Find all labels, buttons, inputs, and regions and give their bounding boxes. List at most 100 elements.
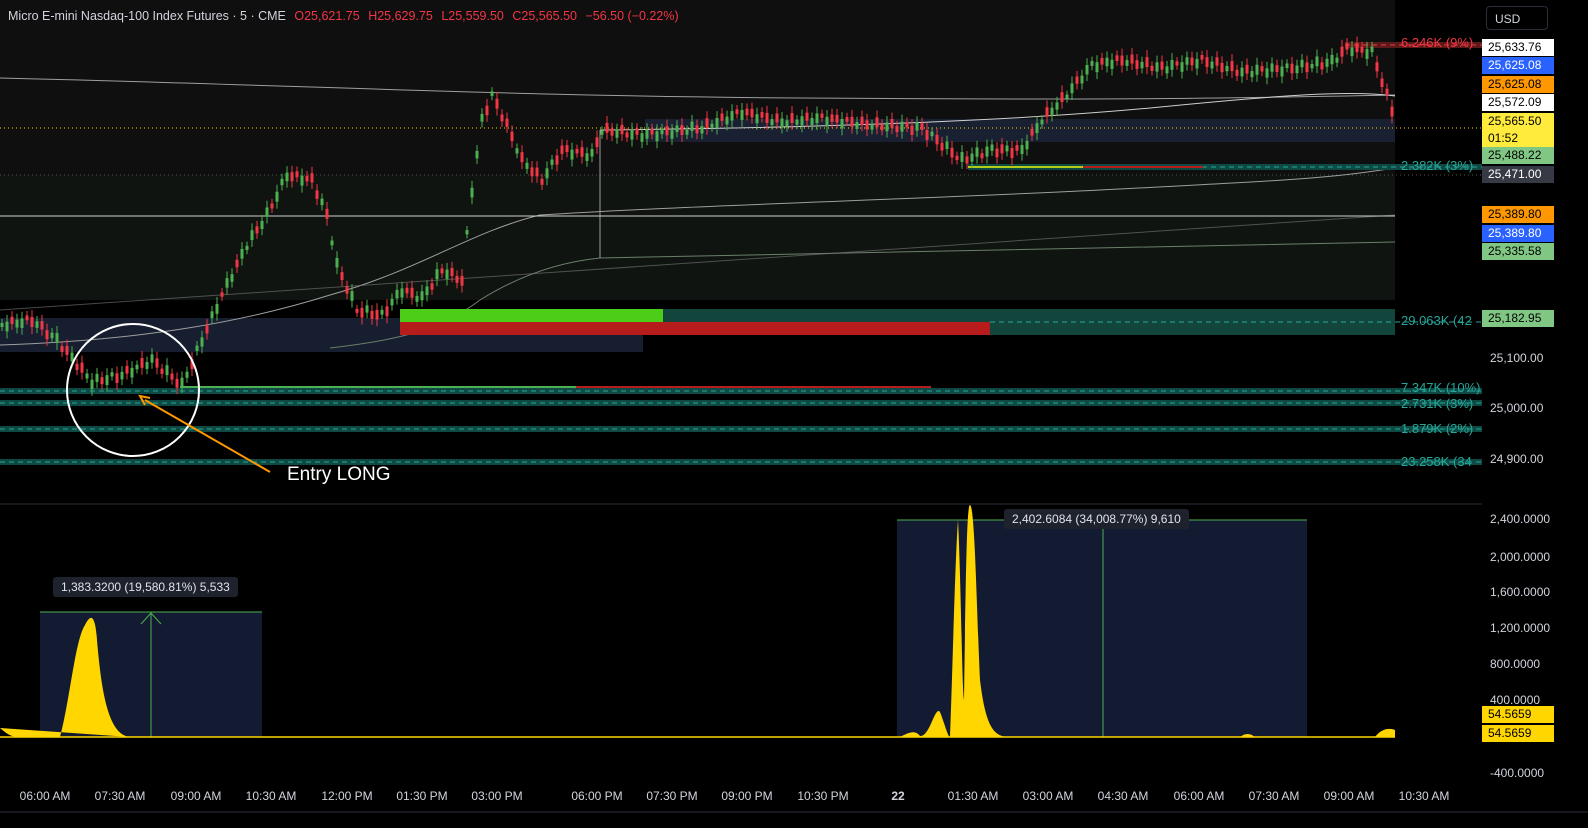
chart-canvas[interactable] xyxy=(0,0,1588,828)
candle-body xyxy=(165,365,169,376)
candle-body xyxy=(345,286,349,294)
candle-body xyxy=(1240,67,1244,77)
candle-body xyxy=(365,305,369,313)
symbol-title[interactable]: Micro E-mini Nasdaq-100 Index Futures · … xyxy=(8,9,286,23)
candle-body xyxy=(895,125,899,133)
candle-body xyxy=(180,377,184,387)
candle-body xyxy=(155,358,159,368)
candle-body xyxy=(240,248,244,259)
candle-body xyxy=(30,317,34,327)
candle-body xyxy=(495,98,499,109)
candle-body xyxy=(1200,55,1204,60)
ohlc-high: H25,629.75 xyxy=(368,9,433,23)
candle-body xyxy=(25,315,29,321)
candle-body xyxy=(735,109,739,115)
candle-body xyxy=(945,141,949,150)
ohlc-low: L25,559.50 xyxy=(441,9,504,23)
candle-body xyxy=(210,311,214,319)
candle-body xyxy=(870,124,874,130)
candle-body xyxy=(285,172,289,182)
candle-body xyxy=(440,268,444,274)
candle-body xyxy=(785,120,789,127)
candle-body xyxy=(1165,66,1169,74)
candle-body xyxy=(1245,64,1249,74)
time-axis-tick: 22 xyxy=(891,789,905,803)
level-volume-label: 6.246K (9%) xyxy=(1401,35,1474,50)
candle-body xyxy=(1325,58,1329,67)
candle-body xyxy=(1045,107,1049,117)
candle-body xyxy=(915,122,919,131)
time-axis-tick: 07:30 AM xyxy=(1248,789,1300,803)
candle-body xyxy=(1000,144,1004,154)
candle-body xyxy=(1330,54,1334,65)
price-label: 25,625.08 xyxy=(1482,57,1554,74)
candle-body xyxy=(1155,62,1159,72)
candle-body xyxy=(1100,57,1104,65)
time-axis-tick: 09:00 AM xyxy=(170,789,222,803)
candle-body xyxy=(825,116,829,127)
time-axis-tick: 01:30 PM xyxy=(396,789,448,803)
candle-body xyxy=(150,354,154,363)
price-label: 25,182.95 xyxy=(1482,310,1554,327)
currency-button[interactable]: USD xyxy=(1486,6,1548,30)
candle-body xyxy=(1020,144,1024,155)
indicator-axis-tick: 1,600.0000 xyxy=(1490,585,1551,599)
candle-body xyxy=(850,116,854,127)
candle-body xyxy=(905,122,909,128)
level-top-red xyxy=(1083,166,1203,168)
candle-body xyxy=(120,371,124,380)
candle-body xyxy=(875,117,879,128)
candle-body xyxy=(715,117,719,128)
time-axis-tick: 09:00 PM xyxy=(721,789,773,803)
candle-body xyxy=(260,220,264,230)
candle-body xyxy=(0,323,4,327)
candle-body xyxy=(1390,106,1394,117)
candle-body xyxy=(1215,57,1219,66)
candle-body xyxy=(135,364,139,370)
candle-body xyxy=(640,133,644,142)
candle-body xyxy=(630,129,634,140)
time-axis-tick: 06:00 AM xyxy=(1173,789,1225,803)
candle-body xyxy=(1370,46,1374,53)
candle-body xyxy=(1385,88,1389,96)
candle-body xyxy=(50,332,54,339)
candle-body xyxy=(1090,61,1094,66)
candle-body xyxy=(15,319,19,328)
candle-body xyxy=(900,121,904,132)
candle-body xyxy=(1030,128,1034,136)
time-axis-tick: 06:00 AM xyxy=(19,789,71,803)
candle-body xyxy=(305,175,309,182)
candle-body xyxy=(990,144,994,151)
entry-annotation[interactable]: Entry LONG xyxy=(287,464,390,486)
candle-body xyxy=(680,125,684,135)
indicator-spike-4 xyxy=(1375,728,1395,737)
candle-body xyxy=(350,291,354,301)
candle-body xyxy=(1365,48,1369,59)
candle-body xyxy=(1190,57,1194,66)
candle-body xyxy=(445,269,449,279)
volume-bar-rest-2 xyxy=(990,322,1395,335)
candle-body xyxy=(550,159,554,165)
candle-body xyxy=(140,357,144,368)
candle-body xyxy=(370,310,374,319)
candle-body xyxy=(1290,63,1294,74)
level-entry-red xyxy=(576,386,931,388)
candle-body xyxy=(335,257,339,268)
candle-body xyxy=(145,362,149,369)
candle-body xyxy=(235,259,239,268)
candle-body xyxy=(85,373,89,379)
ohlc-close: C25,565.50 xyxy=(512,9,577,23)
candle-body xyxy=(20,318,24,328)
candle-body xyxy=(685,129,689,135)
candle-body xyxy=(45,330,49,340)
level-top-green xyxy=(968,166,1083,168)
candle-body xyxy=(760,112,764,118)
candle-body xyxy=(970,153,974,162)
candle-body xyxy=(925,130,929,140)
candle-body xyxy=(1025,140,1029,150)
level-volume-label: 7.347K (10%) xyxy=(1401,380,1481,395)
candle-body xyxy=(615,129,619,138)
candle-body xyxy=(55,332,59,343)
volume-bar-buy xyxy=(400,309,663,322)
candle-body xyxy=(430,283,434,290)
